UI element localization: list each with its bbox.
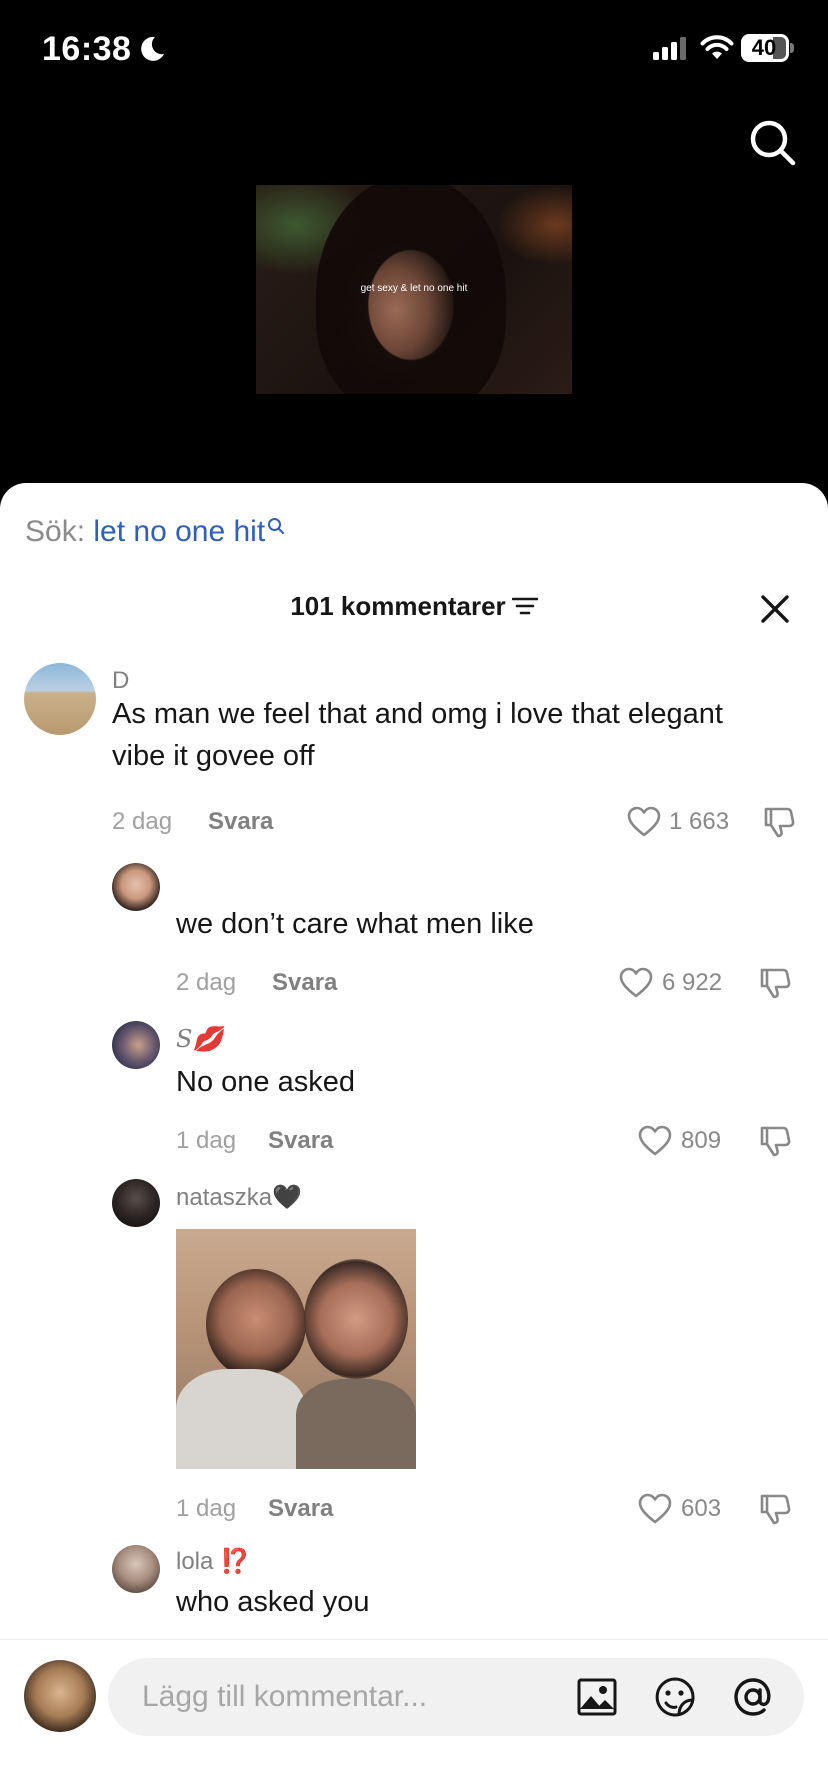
dislike-icon[interactable] [758, 966, 792, 1000]
like-count: 809 [681, 1127, 722, 1154]
heart-icon[interactable] [638, 1125, 672, 1157]
search-prefix: Sök: [25, 515, 86, 548]
avatar[interactable] [24, 663, 96, 735]
reply-button[interactable]: Svara [268, 1127, 333, 1155]
comment-input[interactable]: Lägg till kommentar... [108, 1658, 804, 1736]
comment-author[interactable]: S💋 [176, 1025, 222, 1053]
dislike-icon[interactable] [762, 805, 796, 839]
comment-age: 1 dag [176, 1127, 237, 1154]
comment-author[interactable]: nataszka🖤 [176, 1183, 302, 1212]
comment-text: No one asked [176, 1066, 355, 1098]
like-count: 603 [681, 1495, 722, 1522]
comment-author[interactable]: D [112, 667, 129, 695]
comment-composer: Lägg till kommentar... [0, 1639, 828, 1792]
video-caption: get sexy & let no one hit [360, 283, 468, 294]
dislike-icon[interactable] [758, 1492, 792, 1526]
status-time: 16:38 [42, 30, 132, 68]
comments-sheet: Sök: let no one hit 101 kommentarer D As… [0, 483, 828, 1792]
heart-icon[interactable] [638, 1493, 672, 1525]
wifi-icon [700, 35, 734, 59]
comment-text: As man we feel that and omg i love that … [112, 698, 723, 730]
cellular-signal-icon [653, 37, 686, 60]
heart-icon[interactable] [619, 967, 653, 999]
battery-icon: 40 [741, 34, 794, 62]
search-suggestion[interactable]: Sök: let no one hit [25, 515, 285, 549]
reply-button[interactable]: Svara [208, 808, 273, 836]
comment-count-title: 101 kommentarer [290, 591, 506, 621]
comment-text: who asked you [176, 1586, 370, 1618]
search-term[interactable]: let no one hit [93, 515, 265, 548]
search-icon [268, 518, 285, 534]
comment-author[interactable]: lola ⁉️ [176, 1547, 250, 1576]
avatar[interactable] [112, 1179, 160, 1227]
search-icon[interactable] [746, 116, 798, 168]
comment-text: vibe it govee off [112, 740, 315, 772]
battery-level: 40 [751, 35, 777, 60]
emoji-sticker-icon[interactable] [654, 1676, 696, 1718]
like-count: 1 663 [669, 808, 730, 835]
filter-icon[interactable] [511, 596, 538, 616]
reply-button[interactable]: Svara [272, 969, 337, 997]
comment-text: we don’t care what men like [176, 908, 534, 940]
avatar[interactable] [112, 1545, 160, 1593]
comment-input-placeholder: Lägg till kommentar... [142, 1680, 428, 1713]
comment-image[interactable] [176, 1229, 416, 1469]
comment-age: 2 dag [176, 969, 237, 996]
status-bar: 16:38 40 [0, 0, 828, 100]
video-preview[interactable]: get sexy & let no one hit [256, 185, 572, 394]
close-icon[interactable] [758, 592, 792, 626]
mention-icon[interactable] [732, 1676, 774, 1718]
comments-header: 101 kommentarer [0, 591, 828, 622]
image-icon[interactable] [576, 1676, 618, 1718]
avatar[interactable] [112, 1021, 160, 1069]
moon-icon [141, 36, 164, 61]
dislike-icon[interactable] [758, 1124, 792, 1158]
comment-age: 2 dag [112, 808, 173, 835]
heart-icon[interactable] [627, 806, 661, 838]
avatar[interactable] [112, 863, 160, 911]
comment-age: 1 dag [176, 1495, 237, 1522]
reply-button[interactable]: Svara [268, 1495, 333, 1523]
avatar[interactable] [24, 1660, 96, 1732]
like-count: 6 922 [662, 969, 723, 996]
